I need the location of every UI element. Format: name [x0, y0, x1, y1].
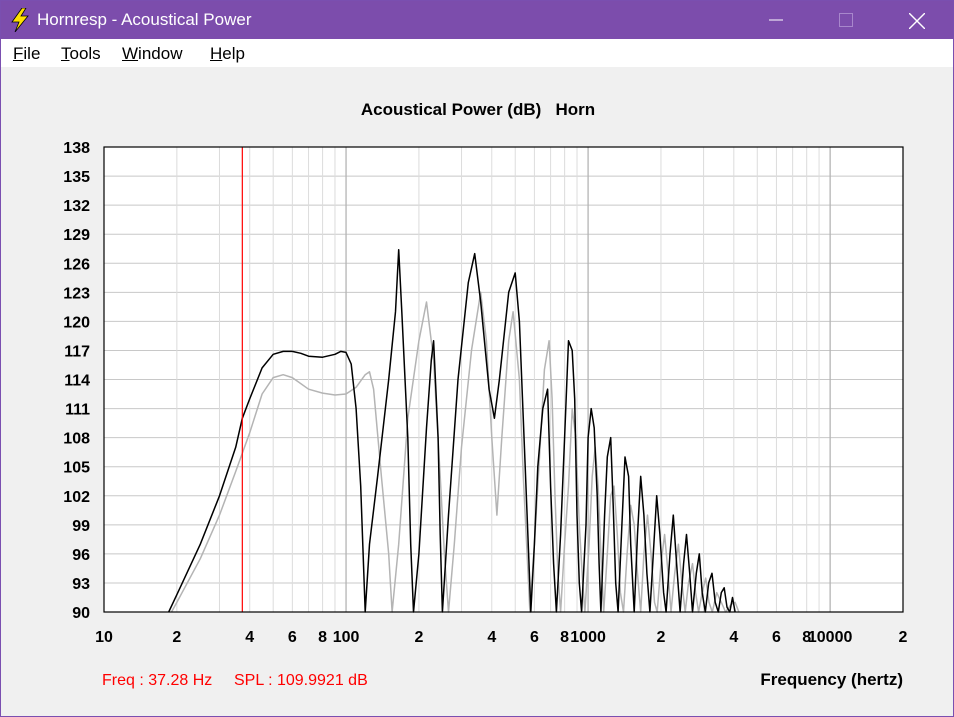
y-tick-label: 99 [72, 518, 90, 535]
y-tick-label: 123 [63, 285, 90, 302]
menu-window-mnemonic: W [122, 44, 139, 63]
y-tick-label: 117 [64, 343, 90, 360]
menu-window[interactable]: Window [122, 44, 182, 64]
lightning-bolt-icon [9, 7, 31, 33]
freq-readout: Freq : 37.28 Hz [102, 672, 212, 689]
close-icon [909, 13, 925, 29]
x-tick-label: 4 [729, 629, 738, 646]
x-tick-label: 6 [530, 629, 539, 646]
x-tick-label: 2 [414, 629, 423, 646]
menu-help-label: elp [222, 44, 245, 63]
x-tick-label: 2 [899, 629, 908, 646]
menu-file-label: ile [23, 44, 41, 63]
x-tick-label: 8 [318, 629, 327, 646]
menu-tools[interactable]: Tools [61, 44, 101, 64]
chart-area[interactable]: Acoustical Power (dB) Horn 138 135 132 129 1… [1, 67, 953, 716]
x-tick-label: 6 [772, 629, 781, 646]
y-tick-label: 90 [72, 605, 90, 622]
x-tick-label: 2 [657, 629, 666, 646]
minimize-icon [769, 19, 783, 21]
y-tick-label: 114 [64, 373, 90, 390]
spl-readout: SPL : 109.9921 dB [234, 672, 368, 689]
y-tick-label: 132 [63, 198, 90, 215]
x-tick-label: 10000 [808, 629, 853, 646]
acoustical-power-chart[interactable]: Acoustical Power (dB) Horn 1381351321291… [1, 67, 953, 716]
y-tick-label: 102 [63, 489, 90, 506]
y-tick-label: 129 [63, 227, 90, 244]
x-tick-label: 4 [245, 629, 254, 646]
menu-file[interactable]: File [13, 44, 40, 64]
menu-help[interactable]: Help [210, 44, 245, 64]
menu-window-label: indow [138, 44, 183, 63]
window-title: Hornresp - Acoustical Power [37, 10, 252, 29]
x-axis-ticks: 10 2 4 6 8 100 2 4 6 8 1000 2 4 6 810000 2 [95, 629, 907, 646]
x-tick-label: 8 [560, 629, 569, 646]
y-tick-label: 93 [72, 576, 90, 593]
menu-tools-label: ools [69, 44, 101, 63]
close-button[interactable] [893, 1, 939, 39]
y-tick-label: 138 [63, 140, 90, 157]
y-tick-label: 105 [63, 460, 90, 477]
minimize-button[interactable] [753, 1, 799, 39]
menu-help-mnemonic: H [210, 44, 223, 63]
y-tick-label: 96 [72, 547, 90, 564]
menu-bar: File Tools Window Help [1, 39, 953, 67]
x-tick-label: 10 [95, 629, 113, 646]
menu-tools-mnemonic: T [61, 44, 70, 63]
title-bar[interactable]: Hornresp - Acoustical Power [1, 1, 953, 39]
maximize-button [823, 1, 869, 39]
x-tick-label: 100 [333, 629, 360, 646]
menu-file-mnemonic: F [13, 44, 24, 63]
chart-title: Acoustical Power (dB) Horn [361, 100, 595, 119]
x-tick-label: 1000 [570, 629, 606, 646]
y-tick-label: 135 [63, 169, 90, 186]
x-axis-label: Frequency (hertz) [760, 670, 903, 689]
app-window: Hornresp - Acoustical Power File Tools W… [0, 0, 954, 717]
y-tick-label: 120 [63, 314, 90, 331]
y-tick-label: 108 [63, 431, 90, 448]
x-tick-label: 2 [172, 629, 181, 646]
maximize-icon [839, 13, 853, 27]
x-tick-label: 6 [288, 629, 297, 646]
y-axis-ticks: 138 135 132 129 126 123 120 117 114 111 108 105 102 9… [63, 140, 90, 622]
x-tick-label: 4 [487, 629, 496, 646]
y-tick-label: 126 [63, 256, 90, 273]
y-tick-label: 111 [65, 402, 90, 419]
